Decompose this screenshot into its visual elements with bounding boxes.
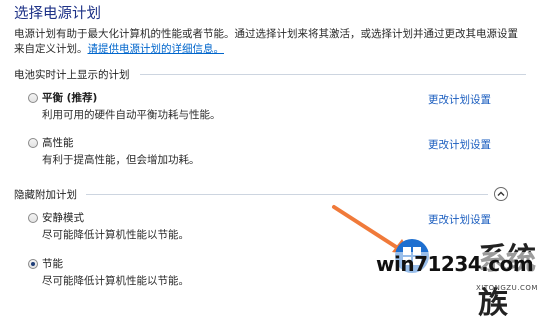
plan-high-performance-radio[interactable] [28, 138, 38, 148]
plan-power-saver-description: 尽可能降低计算机性能以节能。 [42, 275, 189, 287]
plan-balanced-radio[interactable] [28, 93, 38, 103]
group-divider [86, 194, 488, 195]
plan-power-saver-name[interactable]: 节能 [42, 258, 63, 271]
hidden-plans-header: 隐藏附加计划 [14, 188, 77, 201]
watermark-subtext: XITONGZU.COM [476, 284, 538, 292]
page-title: 选择电源计划 [14, 6, 101, 22]
plan-power-saver-radio[interactable] [28, 259, 38, 269]
plan-high-performance-description: 有利于提高性能，但会增加功耗。 [42, 154, 200, 166]
plan-quiet-change-settings-link[interactable]: 更改计划设置 [428, 212, 491, 227]
plan-balanced-description: 利用可用的硬件自动平衡功耗与性能。 [42, 109, 221, 121]
plan-high-performance-name[interactable]: 高性能 [42, 137, 74, 150]
plan-high-performance-change-settings-link[interactable]: 更改计划设置 [428, 137, 491, 152]
intro-text: 电源计划有助于最大化计算机的性能或者节能。通过选择计划来将其激活，或选择计划并通… [14, 27, 524, 57]
plan-quiet-name[interactable]: 安静模式 [42, 212, 84, 225]
chevron-up-icon [497, 191, 505, 196]
battery-meter-plans-header: 电池实时计上显示的计划 [14, 68, 130, 81]
watermark: 系统族 win71234.com XITONGZU.COM [368, 232, 541, 321]
watermark-cn-text: 系统族 [478, 242, 536, 321]
plan-quiet-description: 尽可能降低计算机性能以节能。 [42, 229, 189, 241]
collapse-hidden-plans-button[interactable] [494, 187, 508, 201]
watermark-text: win71234.com [374, 252, 536, 276]
group-divider [140, 74, 526, 75]
plan-balanced-name[interactable]: 平衡 (推荐) [42, 92, 97, 105]
plan-details-link[interactable]: 请提供电源计划的详细信息。 [88, 43, 225, 55]
plan-quiet-radio[interactable] [28, 213, 38, 223]
plan-balanced-change-settings-link[interactable]: 更改计划设置 [428, 92, 491, 107]
